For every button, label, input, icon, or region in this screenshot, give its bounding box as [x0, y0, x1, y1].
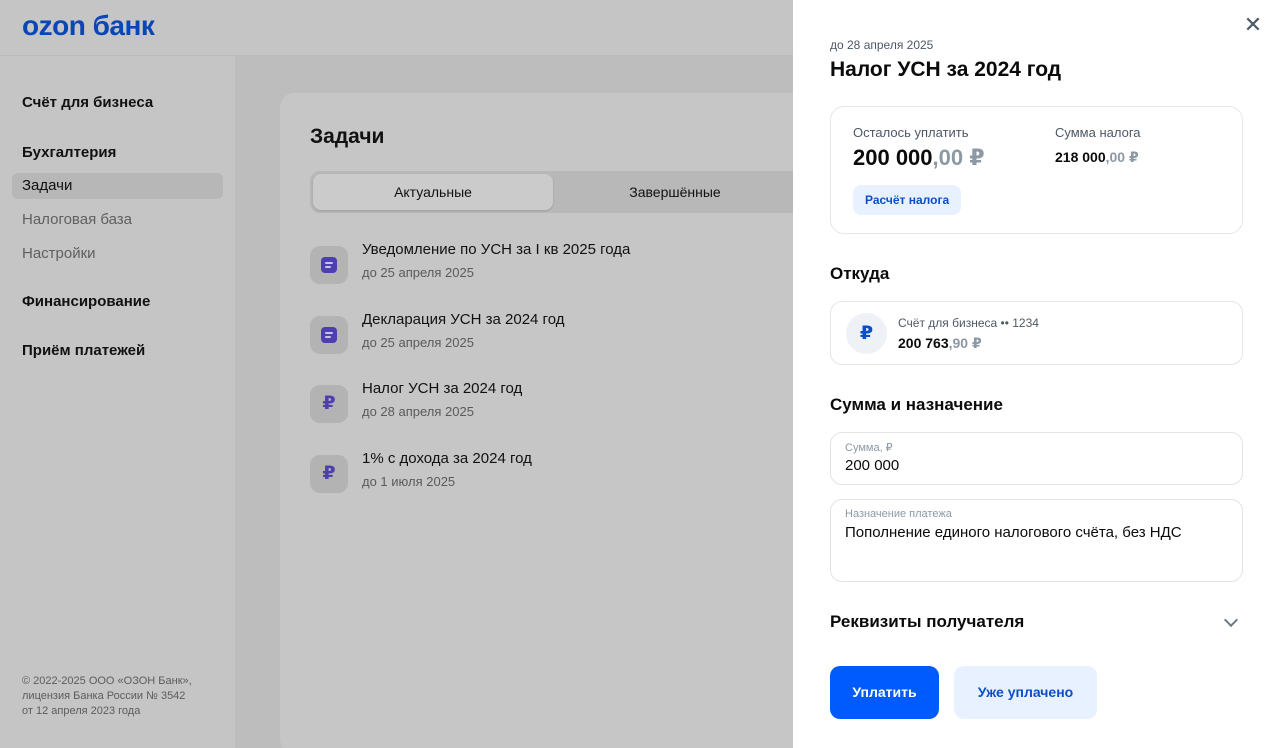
tab-completed[interactable]: Завершённые [560, 174, 790, 210]
pay-button[interactable]: Уплатить [830, 666, 939, 719]
tabs: Актуальные Завершённые [310, 171, 840, 213]
task-item[interactable]: Уведомление по УСН за I кв 2025 года до … [310, 241, 810, 291]
task-title: Налог УСН за 2024 год [362, 380, 523, 397]
tab-current[interactable]: Актуальные [313, 174, 553, 210]
copyright: © 2022-2025 ООО «ОЗОН Банк», лицензия Ба… [22, 674, 222, 719]
tax-sum-amount: 218 000,00 ₽ [1055, 149, 1139, 166]
ruble-icon: ₽ [310, 455, 348, 493]
sidebar-item-tasks[interactable]: Задачи [12, 173, 223, 199]
document-icon [310, 246, 348, 284]
copyright-line: от 12 апреля 2023 года [22, 705, 141, 717]
remaining-amount-frac: ,00 ₽ [932, 145, 985, 170]
task-due: до 25 апреля 2025 [362, 265, 474, 280]
account-balance-frac: ,90 ₽ [948, 335, 982, 351]
amount-purpose-heading: Сумма и назначение [830, 395, 1003, 414]
amount-field-label: Сумма, ₽ [845, 442, 893, 454]
sidebar: Счёт для бизнеса Бухгалтерия Задачи Нало… [0, 56, 235, 748]
task-item[interactable]: ₽ Налог УСН за 2024 год до 28 апреля 202… [310, 380, 810, 430]
remaining-label: Осталось уплатить [853, 125, 969, 140]
sidebar-section-accounting[interactable]: Бухгалтерия [22, 144, 116, 161]
due-date: до 28 апреля 2025 [830, 38, 934, 52]
task-due: до 25 апреля 2025 [362, 335, 474, 350]
account-balance: 200 763,90 ₽ [898, 335, 982, 352]
task-title: 1% с дохода за 2024 год [362, 450, 532, 467]
sidebar-item-settings[interactable]: Настройки [12, 241, 223, 267]
amount-field[interactable]: Сумма, ₽ [830, 432, 1243, 485]
amount-input[interactable] [845, 457, 1225, 474]
tax-sum-frac: ,00 ₽ [1105, 149, 1139, 165]
ozon-bank-logo[interactable]: ozon банк [22, 10, 155, 42]
sidebar-section-payments[interactable]: Приём платежей [22, 342, 145, 359]
ruble-icon: ₽ [310, 385, 348, 423]
tax-payment-drawer: ✕ до 28 апреля 2025 Налог УСН за 2024 го… [793, 0, 1280, 748]
remaining-amount: 200 000,00 ₽ [853, 145, 985, 171]
sidebar-section-financing[interactable]: Финансирование [22, 293, 150, 310]
task-due: до 28 апреля 2025 [362, 404, 474, 419]
drawer-title: Налог УСН за 2024 год [830, 58, 1062, 81]
recipient-details-heading[interactable]: Реквизиты получателя [830, 612, 1024, 632]
purpose-field[interactable]: Назначение платежа Пополнение единого на… [830, 499, 1243, 582]
task-title: Декларация УСН за 2024 год [362, 311, 565, 328]
document-icon [310, 316, 348, 354]
tax-calculation-button[interactable]: Расчёт налога [853, 185, 962, 215]
tasks-card: Задачи Актуальные Завершённые Уведомлени… [280, 93, 840, 748]
copyright-line: © 2022-2025 ООО «ОЗОН Банк», [22, 675, 192, 687]
close-icon[interactable]: ✕ [1242, 14, 1264, 36]
sidebar-section-business-account[interactable]: Счёт для бизнеса [22, 94, 153, 111]
copyright-line: лицензия Банка России № 3542 [22, 690, 186, 702]
task-item[interactable]: ₽ 1% с дохода за 2024 год до 1 июля 2025 [310, 450, 810, 500]
ruble-icon: ₽ [846, 313, 887, 354]
account-name: Счёт для бизнеса •• 1234 [898, 316, 1039, 330]
account-balance-int: 200 763 [898, 335, 949, 351]
tax-sum-label: Сумма налога [1055, 125, 1141, 140]
remaining-amount-int: 200 000 [853, 145, 933, 170]
task-due: до 1 июля 2025 [362, 474, 456, 489]
task-item[interactable]: Декларация УСН за 2024 год до 25 апреля … [310, 311, 810, 361]
tax-summary-card: Осталось уплатить 200 000,00 ₽ Сумма нал… [830, 106, 1243, 234]
task-title: Уведомление по УСН за I кв 2025 года [362, 241, 631, 258]
chevron-down-icon[interactable] [1223, 614, 1239, 630]
from-heading: Откуда [830, 264, 890, 283]
purpose-input[interactable]: Пополнение единого налогового счёта, без… [845, 524, 1225, 541]
already-paid-button[interactable]: Уже уплачено [954, 666, 1097, 719]
tax-sum-int: 218 000 [1055, 149, 1106, 165]
purpose-field-label: Назначение платежа [845, 508, 952, 520]
page-title: Задачи [310, 125, 385, 148]
sidebar-item-tax-base[interactable]: Налоговая база [12, 207, 223, 233]
source-account-card[interactable]: ₽ Счёт для бизнеса •• 1234 200 763,90 ₽ [830, 301, 1243, 365]
